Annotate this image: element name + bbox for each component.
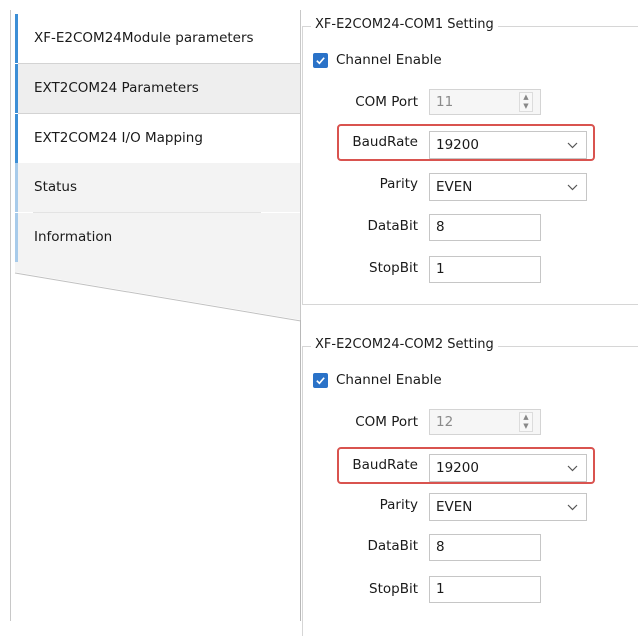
nav-panel-tail bbox=[14, 10, 301, 330]
stopbit-label: StopBit bbox=[369, 581, 418, 597]
com1-settings-group: XF-E2COM24-COM1 Setting Channel Enable C… bbox=[302, 17, 638, 305]
parity-label: Parity bbox=[379, 176, 418, 192]
stopbit-label: StopBit bbox=[369, 260, 418, 276]
com-port-value: 12 bbox=[436, 414, 454, 430]
channel-enable-checkbox[interactable]: Channel Enable bbox=[313, 52, 442, 68]
baudrate-select[interactable]: 19200 bbox=[429, 131, 587, 159]
databit-value: 8 bbox=[436, 539, 445, 555]
baudrate-select[interactable]: 19200 bbox=[429, 454, 587, 482]
group-title: XF-E2COM24-COM1 Setting bbox=[311, 17, 498, 32]
databit-label: DataBit bbox=[367, 538, 418, 554]
channel-enable-checkbox[interactable]: Channel Enable bbox=[313, 372, 442, 388]
com-port-label: COM Port bbox=[355, 414, 418, 430]
databit-field[interactable]: 8 bbox=[429, 214, 541, 241]
parity-select[interactable]: EVEN bbox=[429, 173, 587, 201]
spin-arrows-icon[interactable]: ▲ ▼ bbox=[519, 412, 533, 432]
chevron-down-icon bbox=[567, 184, 578, 191]
stopbit-value: 1 bbox=[436, 581, 445, 597]
stopbit-field[interactable]: 1 bbox=[429, 576, 541, 603]
parity-value: EVEN bbox=[436, 499, 473, 515]
chevron-down-icon bbox=[567, 504, 578, 511]
parity-value: EVEN bbox=[436, 179, 473, 195]
baudrate-value: 19200 bbox=[436, 460, 479, 476]
channel-enable-label: Channel Enable bbox=[336, 52, 442, 68]
baudrate-label: BaudRate bbox=[352, 457, 418, 473]
com-port-value: 11 bbox=[436, 94, 454, 110]
chevron-down-icon bbox=[567, 142, 578, 149]
checkmark-icon bbox=[313, 52, 328, 68]
checkmark-icon bbox=[313, 372, 328, 388]
spin-arrows-icon[interactable]: ▲ ▼ bbox=[519, 92, 533, 112]
baudrate-label: BaudRate bbox=[352, 134, 418, 150]
databit-field[interactable]: 8 bbox=[429, 534, 541, 561]
com-port-spinbox[interactable]: 11 ▲ ▼ bbox=[429, 89, 541, 115]
com-port-label: COM Port bbox=[355, 94, 418, 110]
group-title: XF-E2COM24-COM2 Setting bbox=[311, 337, 498, 352]
stopbit-field[interactable]: 1 bbox=[429, 256, 541, 283]
chevron-down-icon bbox=[567, 465, 578, 472]
channel-enable-label: Channel Enable bbox=[336, 372, 442, 388]
databit-value: 8 bbox=[436, 219, 445, 235]
parity-select[interactable]: EVEN bbox=[429, 493, 587, 521]
navigation-panel: XF-E2COM24Module parameters EXT2COM24 Pa… bbox=[10, 10, 301, 621]
parity-label: Parity bbox=[379, 497, 418, 513]
databit-label: DataBit bbox=[367, 218, 418, 234]
com2-settings-group: XF-E2COM24-COM2 Setting Channel Enable C… bbox=[302, 337, 638, 636]
baudrate-value: 19200 bbox=[436, 137, 479, 153]
stopbit-value: 1 bbox=[436, 261, 445, 277]
com-port-spinbox[interactable]: 12 ▲ ▼ bbox=[429, 409, 541, 435]
